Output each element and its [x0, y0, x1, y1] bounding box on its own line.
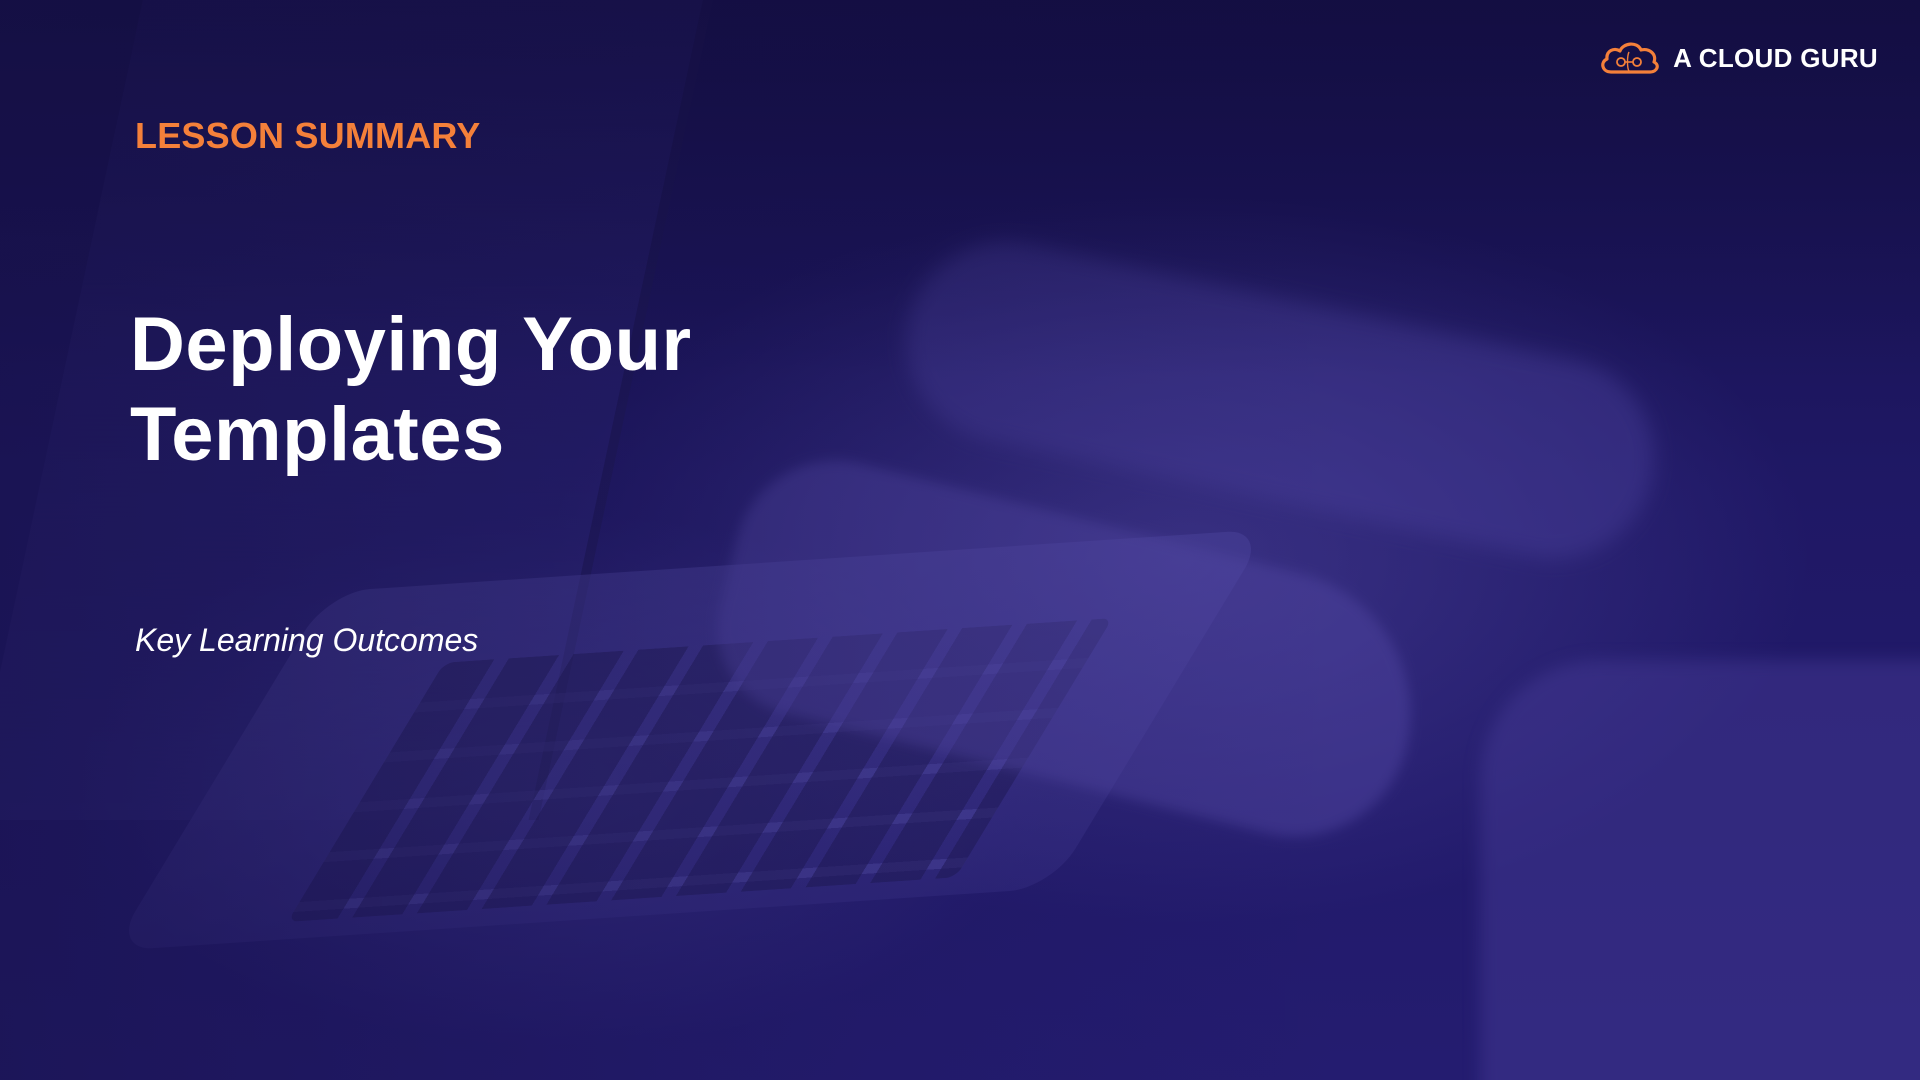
slide-subtitle: Key Learning Outcomes [135, 622, 479, 658]
brand-name: A CLOUD GURU [1673, 42, 1878, 73]
slide-title-line-2: Templates [130, 392, 505, 477]
lesson-summary-slide: A CLOUD GURU LESSON SUMMARY Deploying Yo… [0, 0, 1920, 1080]
slide-title: Deploying Your Templates [130, 300, 890, 480]
cloud-logo-icon [1601, 42, 1659, 74]
lesson-summary-label: LESSON SUMMARY [135, 115, 481, 156]
background-vignette [0, 0, 1920, 1080]
slide-title-line-1: Deploying Your [130, 302, 692, 387]
brand-logo: A CLOUD GURU [1597, 38, 1878, 78]
